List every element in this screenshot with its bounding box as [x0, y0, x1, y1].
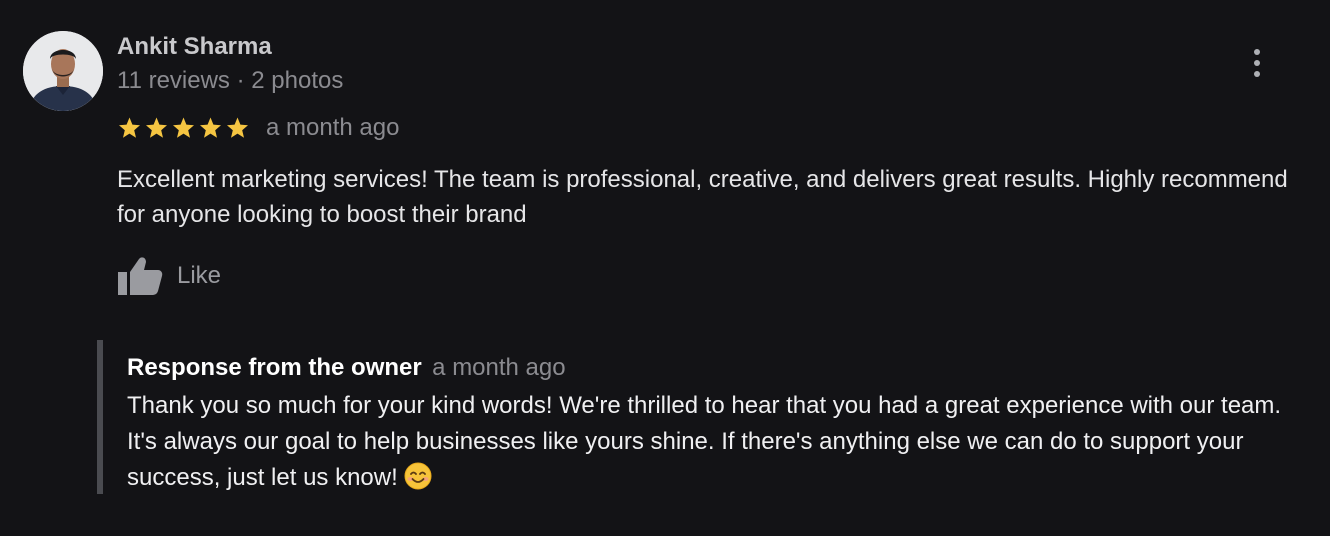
owner-response-text: Thank you so much for your kind words! W… [127, 392, 1282, 491]
author-avatar[interactable] [23, 31, 103, 111]
review-text: Excellent marketing services! The team i… [117, 166, 1288, 228]
thumbs-up-icon [118, 257, 163, 295]
more-vertical-icon-dot [1254, 71, 1260, 77]
owner-response-date: a month ago [432, 354, 566, 381]
response-divider-bar [97, 340, 103, 494]
owner-response-header: Response from the owner a month ago [127, 353, 566, 386]
author-meta[interactable]: 11 reviews · 2 photos [117, 67, 343, 95]
owner-response: Response from the owner a month ago Than… [97, 340, 1317, 494]
star-icon [117, 116, 142, 140]
rating-row: a month ago [117, 112, 399, 144]
like-button[interactable]: Like [117, 254, 221, 298]
review-date: a month ago [266, 114, 400, 141]
owner-response-text-block: Thank you so much for your kind words! W… [127, 388, 1317, 496]
more-vertical-icon-dot [1254, 49, 1260, 55]
star-rating [117, 116, 250, 140]
more-vertical-icon-dot [1254, 60, 1260, 66]
person-avatar-icon [23, 31, 103, 111]
smiling-face-icon [404, 462, 432, 490]
author-name[interactable]: Ankit Sharma [117, 33, 272, 61]
star-icon [198, 116, 223, 140]
star-icon [144, 116, 169, 140]
like-label: Like [177, 262, 222, 289]
more-options-button[interactable] [1238, 42, 1276, 84]
owner-response-title: Response from the owner [127, 354, 422, 381]
star-icon [225, 116, 250, 140]
star-icon [171, 116, 196, 140]
review-card: Ankit Sharma 11 reviews · 2 photos a mon… [0, 0, 1330, 536]
